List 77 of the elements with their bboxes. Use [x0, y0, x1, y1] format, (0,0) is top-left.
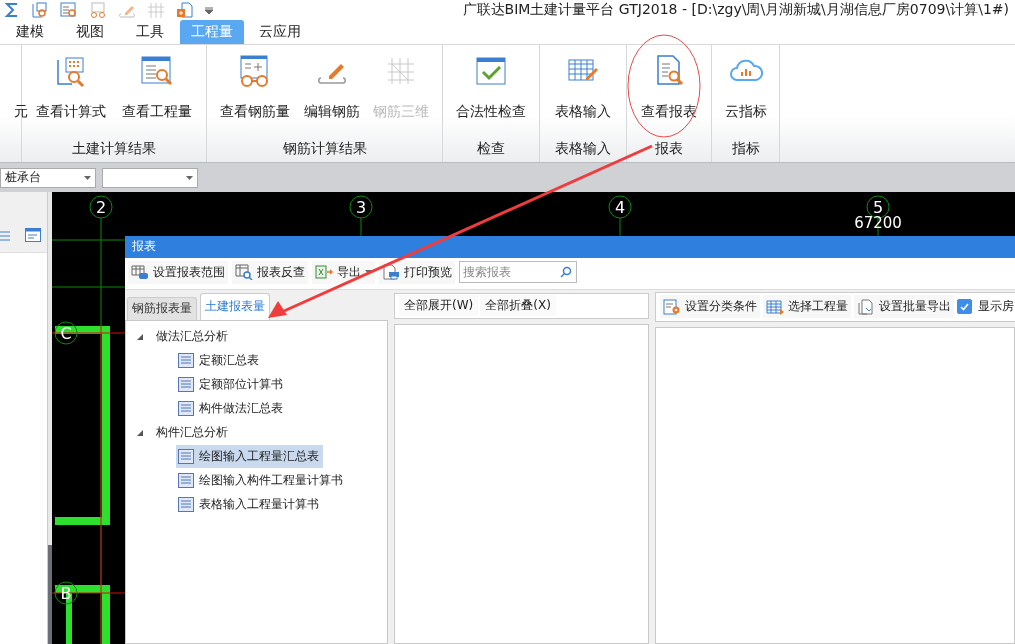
axis-label: 3 [355, 198, 367, 217]
dialog-title: 报表 [125, 236, 1015, 258]
axis-label: B [60, 584, 72, 603]
group-label: 指标 [730, 139, 761, 159]
tree-item[interactable]: 构件汇总分析 [154, 421, 232, 445]
window-icon[interactable] [25, 228, 41, 242]
group-label: 报表 [654, 139, 684, 159]
report-icon [178, 401, 194, 417]
ribbon-button[interactable]: 查看报表 [640, 44, 698, 137]
documents-icon [857, 299, 875, 315]
report-tab[interactable]: 土建报表量 [200, 293, 270, 320]
report-tab[interactable]: 钢筋报表量 [127, 297, 197, 320]
document-gear-icon [663, 299, 681, 315]
tree-item[interactable]: 绘图输入工程量汇总表 [176, 445, 323, 469]
ribbon-tab[interactable]: 云应用 [244, 19, 316, 44]
checkbox[interactable]: 显示房 [957, 298, 1014, 316]
toolbar-button[interactable]: 设置报表范围 [128, 261, 228, 284]
check-icon [960, 303, 969, 311]
formula-icon[interactable] [31, 1, 49, 18]
print-icon [382, 264, 400, 281]
axis-label: 4 [614, 198, 626, 217]
tree-item[interactable]: 定额汇总表 [176, 349, 263, 373]
toolbar-button[interactable]: 设置分类条件 [660, 295, 760, 319]
ribbon-button[interactable]: 查看钢筋量 [218, 44, 291, 137]
glasses-icon[interactable] [89, 1, 107, 18]
search-field[interactable]: 搜索报表 [459, 261, 577, 283]
window-title: 广联达BIM土建计量平台 GTJ2018 - [D:\zgy\周\月湖新城\月湖信息厂房0709\计算\1#) [462, 0, 1009, 19]
toolbar-button[interactable]: 设置批量导出 [854, 295, 954, 319]
report-icon [178, 449, 194, 465]
add-document-icon[interactable] [176, 1, 194, 18]
group-label: 土建计算结果 [71, 139, 157, 159]
tree-item[interactable]: 绘图输入构件工程量计算书 [176, 469, 347, 493]
report-icon [178, 377, 194, 393]
ribbon-tab[interactable]: 建模 [0, 19, 60, 44]
toolbar-button[interactable]: 报表反查 [232, 261, 308, 284]
ribbon-button[interactable]: 查看工程量 [120, 44, 193, 137]
sum-icon [4, 1, 20, 18]
group-label: 表格输入 [554, 139, 612, 159]
report-icon [178, 497, 194, 513]
axis-label: 5 [872, 198, 884, 217]
dropdown[interactable] [102, 167, 198, 188]
tree-item[interactable]: 做法汇总分析 [154, 325, 232, 349]
report-search-icon [139, 53, 174, 88]
ribbon-button[interactable]: 表格输入 [554, 44, 612, 137]
caret-icon [186, 175, 193, 180]
toolbar-button[interactable]: 打印预览 [379, 261, 455, 284]
toolbar-button[interactable]: 选择工程量 [763, 295, 851, 319]
dropdown[interactable]: 桩承台 [0, 167, 96, 188]
table-range-icon [131, 264, 149, 281]
tree-item[interactable]: 构件做法汇总表 [176, 397, 287, 421]
toolbar-button[interactable]: 全部折叠(X) [480, 295, 556, 317]
ribbon-tab[interactable]: 视图 [60, 19, 120, 44]
group-label: 检查 [476, 139, 506, 159]
table-icon [766, 299, 784, 315]
table-search-icon [235, 264, 253, 281]
list-icon[interactable] [0, 230, 10, 242]
ribbon-button[interactable]: 编辑钢筋 [302, 44, 361, 137]
spreadsheet-export-icon [315, 264, 333, 281]
collapse-icon[interactable] [136, 429, 144, 437]
axis-label: 2 [95, 198, 107, 217]
report-icon [178, 473, 194, 489]
tree-item[interactable]: 表格输入工程量计算书 [176, 493, 323, 517]
toolbar-button[interactable]: 导出 [312, 261, 375, 284]
collapse-icon[interactable] [136, 333, 144, 341]
toolbar-button[interactable]: 全部展开(W) [399, 295, 479, 317]
ribbon-button[interactable]: 合法性检查 [455, 44, 527, 137]
caret-icon[interactable] [205, 5, 213, 14]
ribbon-button[interactable]: 云指标 [723, 44, 768, 137]
ribbon-tab[interactable]: 工具 [120, 19, 180, 44]
dimension-text: 67200 [854, 214, 902, 232]
group-label: 钢筋计算结果 [281, 139, 368, 159]
report-search-icon[interactable] [60, 1, 78, 18]
tree-item[interactable]: 定额部位计算书 [176, 373, 287, 397]
search-icon[interactable] [560, 266, 572, 278]
caret-icon [84, 175, 91, 180]
report-icon [178, 353, 194, 369]
ribbon-button[interactable]: 查看计算式 [35, 44, 108, 137]
